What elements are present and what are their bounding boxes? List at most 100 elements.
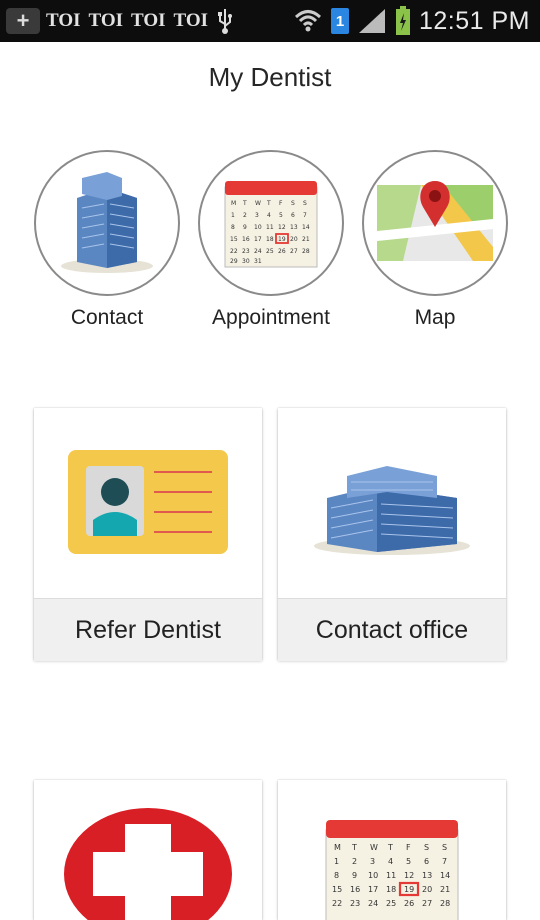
contact-office-label: Contact office [278, 598, 506, 661]
svg-text:T: T [387, 843, 393, 852]
svg-text:3: 3 [255, 212, 259, 219]
svg-text:19: 19 [278, 236, 286, 243]
refer-dentist-label: Refer Dentist [34, 598, 262, 661]
svg-text:27: 27 [290, 248, 298, 255]
wifi-icon [294, 10, 321, 32]
svg-text:21: 21 [302, 236, 310, 243]
svg-text:22: 22 [332, 899, 342, 908]
svg-text:8: 8 [231, 224, 235, 231]
svg-text:18: 18 [386, 885, 396, 894]
svg-text:19: 19 [404, 885, 414, 894]
medical-cross-icon [64, 808, 232, 920]
notification-text: TOI [88, 10, 124, 31]
svg-text:24: 24 [254, 248, 262, 255]
svg-text:14: 14 [440, 871, 450, 880]
appointment-card[interactable]: MTWTFSS 1234567 8 9 10 11 12 13 14 15 16 17 18 19 2… [278, 780, 506, 920]
svg-text:S: S [291, 200, 295, 207]
svg-text:6: 6 [291, 212, 295, 219]
svg-text:12: 12 [278, 224, 286, 231]
clock: 12:51 PM [418, 6, 530, 35]
svg-text:W: W [255, 200, 261, 207]
svg-text:9: 9 [243, 224, 247, 231]
appointment-label: Appointment [212, 306, 330, 329]
svg-text:12: 12 [404, 871, 414, 880]
page-title: My Dentist [208, 62, 332, 92]
svg-text:W: W [370, 843, 378, 852]
svg-text:30: 30 [242, 258, 250, 265]
svg-text:2: 2 [352, 857, 357, 866]
svg-text:20: 20 [290, 236, 298, 243]
svg-text:17: 17 [368, 885, 378, 894]
map-action[interactable]: Map [360, 150, 510, 330]
appointment-action[interactable]: MTWTFSS 1234567 8 9 10 11 12 13 14 15 16 17 18 19 2… [196, 150, 346, 330]
svg-text:24: 24 [368, 899, 378, 908]
svg-text:11: 11 [386, 871, 396, 880]
building-icon [61, 172, 153, 273]
notification-text: TOI [131, 10, 166, 31]
contact-circle[interactable] [34, 150, 180, 296]
svg-text:2: 2 [243, 212, 247, 219]
svg-text:26: 26 [278, 248, 286, 255]
svg-text:10: 10 [368, 871, 378, 880]
svg-text:13: 13 [422, 871, 432, 880]
svg-text:25: 25 [386, 899, 396, 908]
svg-text:4: 4 [388, 857, 393, 866]
svg-text:29: 29 [230, 258, 238, 265]
svg-text:5: 5 [406, 857, 411, 866]
calendar-icon: MTWTFSS 1234567 8 9 10 11 12 13 14 15 16 17 18 19 2… [224, 181, 318, 268]
svg-text:15: 15 [332, 885, 342, 894]
svg-text:1: 1 [334, 857, 339, 866]
svg-text:31: 31 [254, 258, 262, 265]
map-label: Map [414, 306, 456, 329]
svg-text:S: S [424, 843, 429, 852]
usb-icon [218, 9, 233, 34]
emergency-card[interactable] [34, 780, 262, 920]
svg-text:25: 25 [266, 248, 274, 255]
svg-text:6: 6 [424, 857, 429, 866]
svg-text:14: 14 [302, 224, 310, 231]
notification-texts: TOI TOI TOI TOI [46, 10, 208, 32]
svg-text:5: 5 [279, 212, 283, 219]
svg-text:27: 27 [422, 899, 432, 908]
svg-text:18: 18 [266, 236, 274, 243]
map-pin-icon [377, 181, 493, 261]
svg-text:11: 11 [266, 224, 274, 231]
svg-text:15: 15 [230, 236, 238, 243]
svg-text:F: F [279, 200, 283, 207]
svg-text:7: 7 [303, 212, 307, 219]
svg-text:1: 1 [231, 212, 235, 219]
svg-text:10: 10 [254, 224, 262, 231]
svg-text:20: 20 [422, 885, 432, 894]
building-icon [314, 466, 470, 555]
svg-text:4: 4 [267, 212, 271, 219]
svg-text:16: 16 [350, 885, 360, 894]
svg-text:8: 8 [334, 871, 339, 880]
svg-text:9: 9 [352, 871, 357, 880]
svg-text:16: 16 [242, 236, 250, 243]
svg-text:F: F [406, 843, 411, 852]
id-card-icon [68, 450, 228, 554]
svg-text:M: M [231, 200, 236, 207]
svg-text:21: 21 [440, 885, 450, 894]
calendar-icon: MTWTFSS 1234567 8 9 10 11 12 13 14 15 16 17 18 19 2… [325, 820, 459, 920]
svg-text:23: 23 [350, 899, 360, 908]
contact-label: Contact [70, 306, 144, 329]
svg-text:7: 7 [442, 857, 447, 866]
svg-text:28: 28 [440, 899, 450, 908]
appointment-circle[interactable]: MTWTFSS 1234567 8 9 10 11 12 13 14 15 16 17 18 19 2… [198, 150, 344, 296]
battery-icon [395, 6, 410, 35]
svg-text:13: 13 [290, 224, 298, 231]
svg-text:T: T [266, 200, 271, 207]
svg-text:17: 17 [254, 236, 262, 243]
signal-icon [358, 9, 385, 33]
svg-text:28: 28 [302, 248, 310, 255]
svg-text:23: 23 [242, 248, 250, 255]
network-badge: 1 [330, 8, 349, 34]
status-bar: + TOI TOI TOI TOI 1 12:51 PM [0, 0, 540, 42]
svg-text:T: T [351, 843, 357, 852]
svg-text:T: T [242, 200, 247, 207]
contact-action[interactable]: Contact [32, 150, 182, 330]
map-circle[interactable] [362, 150, 508, 296]
contact-office-card[interactable]: Contact office [278, 408, 506, 661]
refer-dentist-card[interactable]: Refer Dentist [34, 408, 262, 661]
